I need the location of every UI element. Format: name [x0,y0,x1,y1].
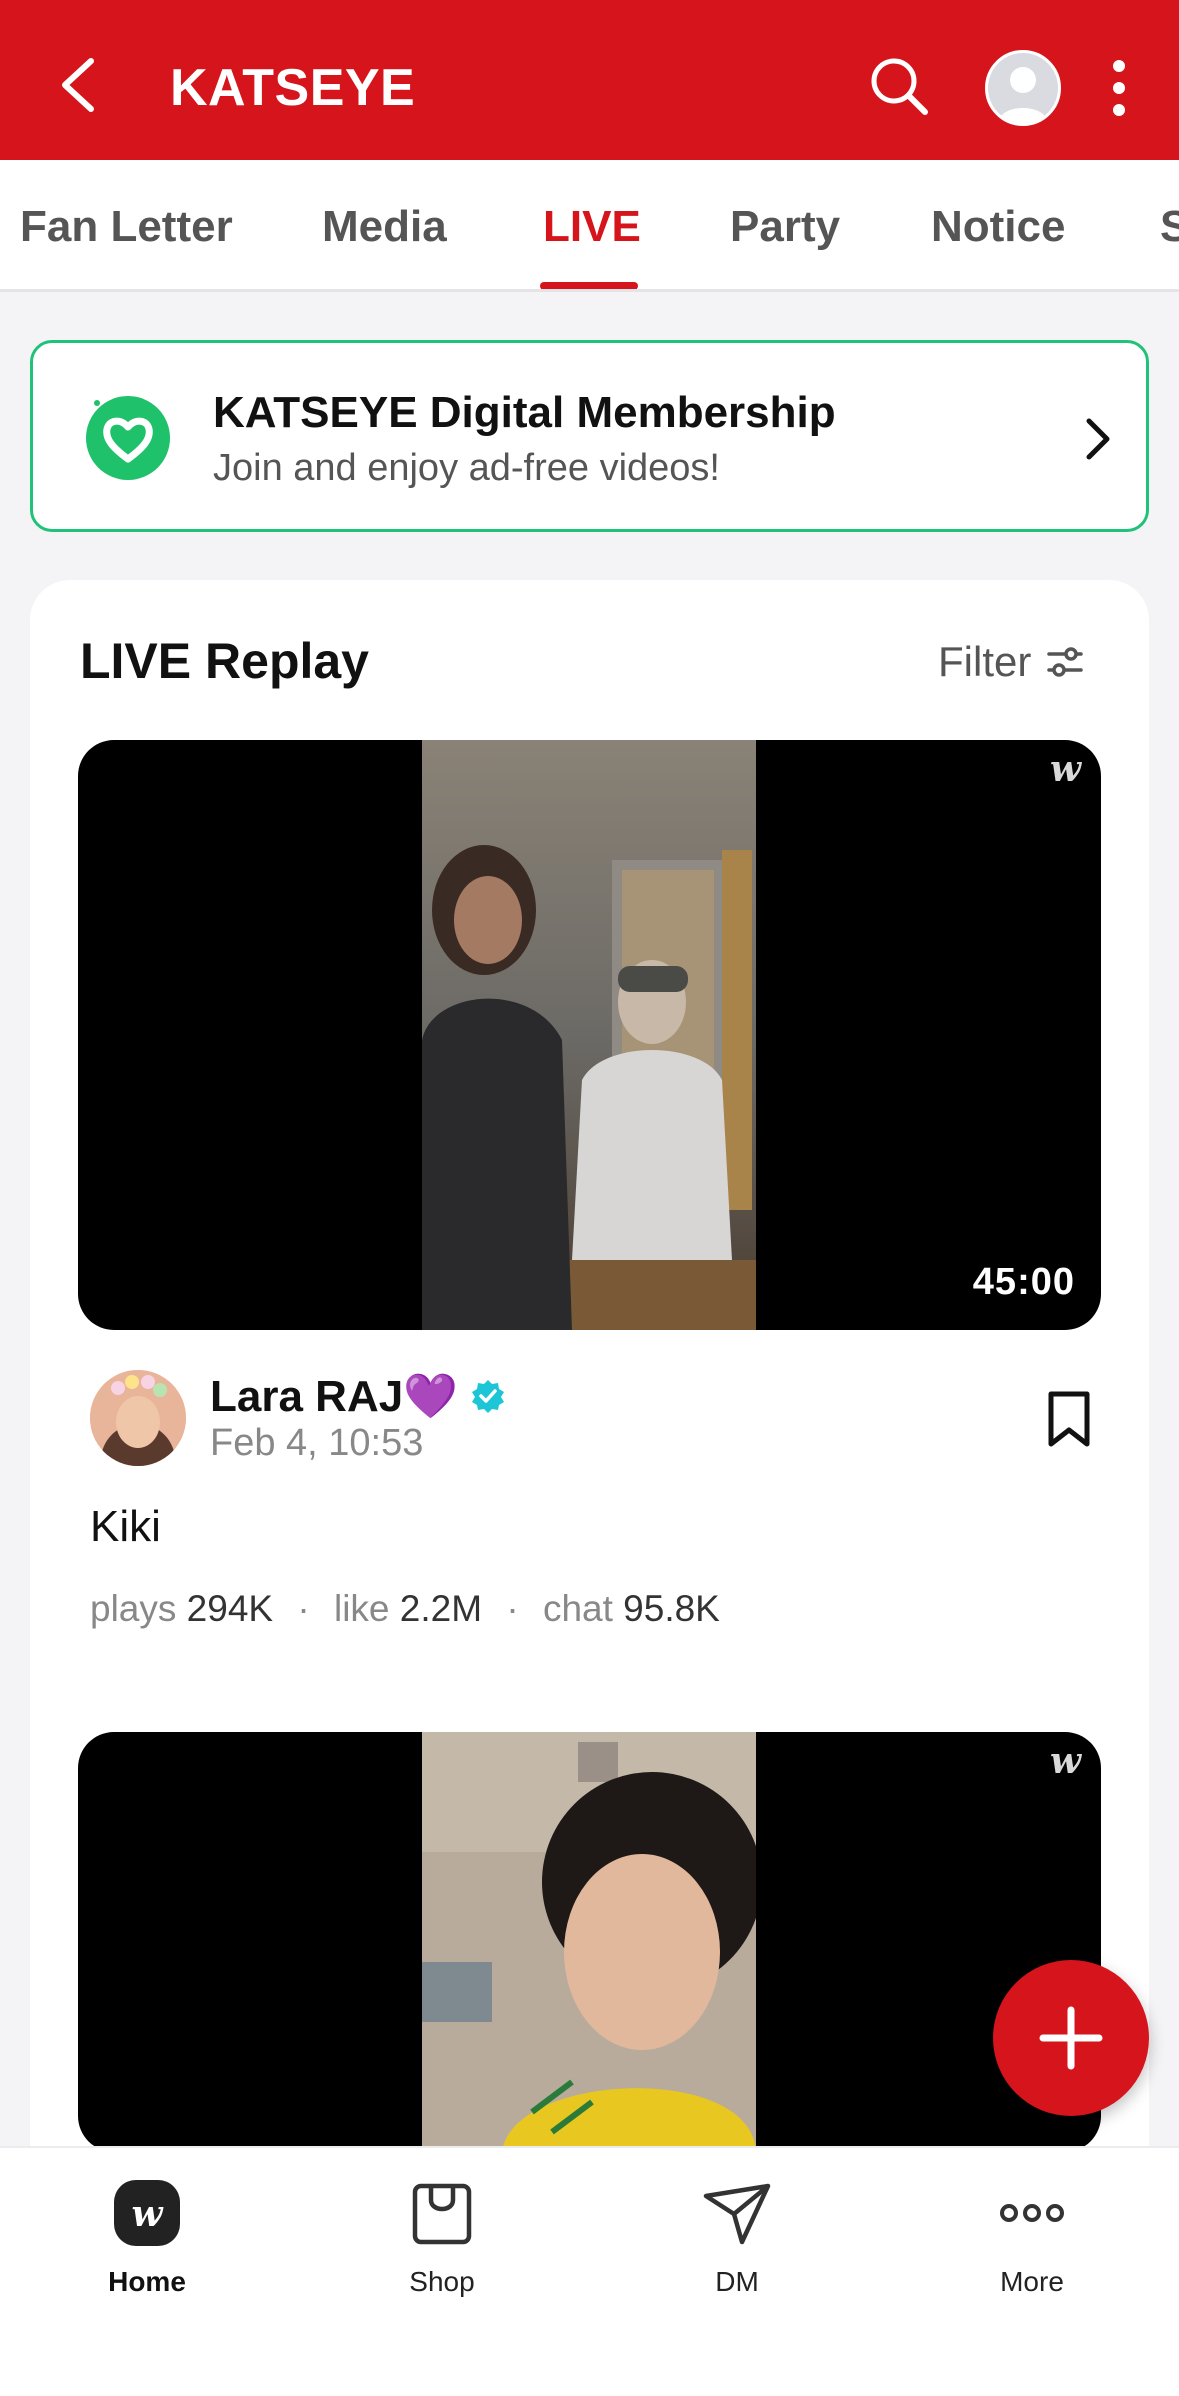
tab-media[interactable]: Media [322,202,447,252]
like-label: like [333,1588,390,1629]
author-photo [90,1370,186,1466]
weverse-home-icon: w [114,2180,180,2246]
nav-shop[interactable]: Shop [342,2178,542,2298]
bottom-navigation: w Home Shop DM More [0,2146,1179,2396]
verified-badge-icon [471,1380,504,1413]
filter-sliders-icon [1047,647,1084,677]
tab-notice[interactable]: Notice [931,202,1065,252]
weverse-watermark: w [1050,748,1081,790]
bookmark-icon[interactable] [1045,1390,1093,1448]
back-arrow-icon[interactable] [55,55,105,115]
live-video-thumbnail[interactable]: w [78,1732,1101,2152]
tab-fan-letter[interactable]: Fan Letter [20,202,233,252]
membership-heart-icon [86,396,170,480]
chat-label: chat [542,1588,613,1629]
community-tabs: Fan Letter Media LIVE Party Notice S [0,160,1179,292]
digital-membership-banner[interactable]: KATSEYE Digital Membership Join and enjo… [30,340,1149,532]
chevron-right-icon [1086,418,1110,460]
post-title[interactable]: Kiki [90,1502,161,1552]
active-tab-indicator [540,282,638,289]
shopping-bag-icon [412,2183,472,2245]
nav-label: DM [715,2266,759,2297]
profile-avatar[interactable] [985,50,1061,126]
paper-plane-icon [703,2183,771,2245]
nav-more[interactable]: More [932,2178,1132,2298]
author-name[interactable]: Lara RAJ💜 [210,1370,506,1422]
app-header: KATSEYE [0,0,1179,160]
author-avatar[interactable] [90,1370,186,1466]
more-vertical-icon[interactable] [1105,58,1133,118]
live-replay-section: LIVE Replay Filter w 45:00 Lara RAJ💜 Feb… [30,580,1149,2396]
membership-subtitle: Join and enjoy ad-free videos! [213,447,720,489]
nav-label: More [1000,2266,1064,2297]
post-stats: plays 294K · like 2.2M · chat 95.8K [90,1588,720,1630]
live-video-thumbnail[interactable]: w 45:00 [78,740,1101,1330]
separator-dot: · [506,1588,519,1629]
author-name-text: Lara RAJ💜 [210,1372,458,1421]
post-date: Feb 4, 10:53 [210,1422,424,1464]
more-dots-icon [1000,2204,1064,2222]
weverse-watermark: w [1050,1740,1081,1782]
membership-title: KATSEYE Digital Membership [213,388,836,437]
nav-label: Shop [409,2266,475,2297]
search-icon[interactable] [868,55,930,117]
chat-count: 95.8K [623,1588,720,1629]
nav-dm[interactable]: DM [637,2178,837,2298]
tab-partial[interactable]: S [1160,202,1179,252]
section-title: LIVE Replay [80,633,369,689]
nav-label: Home [108,2266,186,2297]
tab-party[interactable]: Party [730,202,840,252]
video-frame-image [422,1732,756,2152]
video-frame-image [422,740,756,1330]
default-user-icon [988,53,1058,123]
video-duration: 45:00 [972,1261,1075,1303]
create-post-button[interactable] [993,1960,1149,2116]
like-count: 2.2M [399,1588,483,1629]
separator-dot: · [297,1588,310,1629]
plus-icon [1039,2006,1103,2070]
filter-label: Filter [938,638,1032,685]
svg-text:w: w [132,2193,165,2235]
tab-live[interactable]: LIVE [543,202,641,252]
plays-label: plays [90,1588,177,1629]
nav-home[interactable]: w Home [47,2178,247,2298]
filter-button[interactable]: Filter [938,632,1085,692]
plays-count: 294K [186,1588,274,1629]
community-title: KATSEYE [170,59,416,117]
